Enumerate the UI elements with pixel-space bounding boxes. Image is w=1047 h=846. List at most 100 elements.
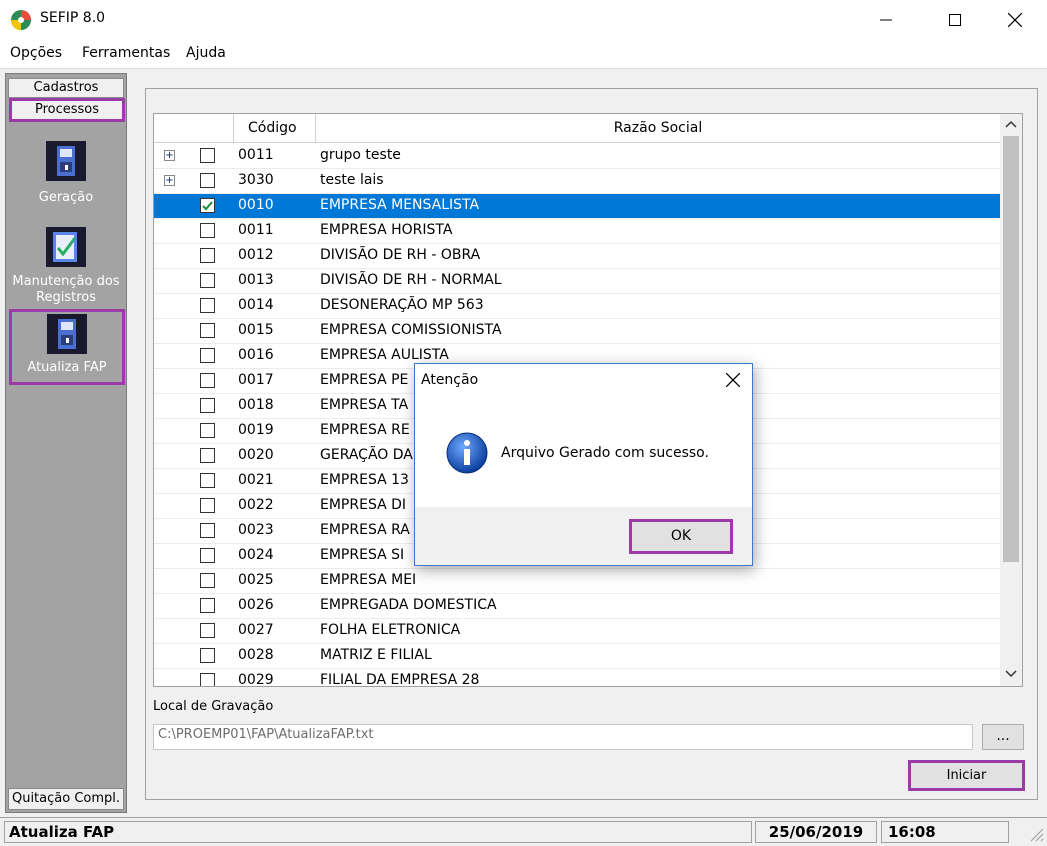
menu-bar: Opções Ferramentas Ajuda bbox=[0, 40, 1047, 69]
sidebar-item-atualiza-fap[interactable]: Atualiza FAP bbox=[9, 309, 125, 385]
row-code: 0023 bbox=[238, 522, 274, 538]
row-checkbox[interactable] bbox=[200, 323, 215, 338]
row-name: EMPRESA RA bbox=[320, 522, 410, 538]
row-code: 0018 bbox=[238, 397, 274, 413]
row-checkbox[interactable] bbox=[200, 223, 215, 238]
row-code: 0013 bbox=[238, 272, 274, 288]
row-checkbox[interactable] bbox=[200, 248, 215, 263]
table-row[interactable]: 0027 FOLHA ELETRONICA bbox=[154, 619, 1000, 644]
table-row[interactable]: +3030 teste lais bbox=[154, 169, 1000, 194]
expand-icon[interactable]: + bbox=[164, 150, 175, 161]
sidebar-item-label: Manutenção dos Registros bbox=[12, 274, 120, 305]
row-name: EMPRESA DI bbox=[320, 497, 407, 513]
table-row[interactable]: 0014 DESONERAÇÃO MP 563 bbox=[154, 294, 1000, 319]
disk-icon bbox=[47, 314, 87, 354]
table-row[interactable]: 0026 EMPREGADA DOMESTICA bbox=[154, 594, 1000, 619]
close-icon bbox=[1008, 13, 1022, 27]
row-name: EMPRESA COMISSIONISTA bbox=[320, 322, 502, 338]
row-checkbox[interactable] bbox=[200, 598, 215, 613]
table-row[interactable]: 0015 EMPRESA COMISSIONISTA bbox=[154, 319, 1000, 344]
sidebar-item-geracao[interactable]: Geração bbox=[6, 138, 126, 208]
ok-button[interactable]: OK bbox=[629, 519, 733, 554]
chevron-up-icon[interactable] bbox=[1005, 120, 1017, 128]
menu-opcoes[interactable]: Opções bbox=[10, 45, 62, 61]
row-name: FILIAL DA EMPRESA 28 bbox=[320, 672, 480, 687]
row-checkbox[interactable] bbox=[200, 148, 215, 163]
row-code: 0015 bbox=[238, 322, 274, 338]
row-checkbox[interactable] bbox=[200, 173, 215, 188]
row-checkbox[interactable] bbox=[200, 423, 215, 438]
dialog-title: Atenção bbox=[421, 372, 479, 388]
table-row[interactable]: 0028 MATRIZ E FILIAL bbox=[154, 644, 1000, 669]
tab-processos[interactable]: Processos bbox=[9, 98, 125, 122]
row-name: EMPRESA MENSALISTA bbox=[320, 197, 480, 213]
row-checkbox[interactable] bbox=[200, 198, 215, 213]
status-bar: Atualiza FAP 25/06/2019 16:08 bbox=[0, 817, 1047, 846]
row-code: 0028 bbox=[238, 647, 274, 663]
iniciar-button[interactable]: Iniciar bbox=[908, 760, 1025, 791]
dialog-close-button[interactable] bbox=[715, 364, 751, 396]
menu-ajuda[interactable]: Ajuda bbox=[186, 45, 226, 61]
tab-quitacao[interactable]: Quitação Compl. bbox=[8, 788, 124, 810]
scrollbar-thumb[interactable] bbox=[1003, 136, 1019, 562]
row-checkbox[interactable] bbox=[200, 373, 215, 388]
header-spacer bbox=[154, 114, 234, 142]
row-checkbox[interactable] bbox=[200, 498, 215, 513]
sidebar-item-manutencao[interactable]: Manutenção dos Registros bbox=[6, 224, 126, 305]
table-row[interactable]: 0011 EMPRESA HORISTA bbox=[154, 219, 1000, 244]
minimize-button[interactable] bbox=[863, 0, 909, 40]
tab-cadastros[interactable]: Cadastros bbox=[8, 78, 124, 98]
status-date: 25/06/2019 bbox=[755, 821, 877, 843]
resize-grip-icon[interactable] bbox=[1028, 826, 1044, 842]
row-checkbox[interactable] bbox=[200, 398, 215, 413]
status-module: Atualiza FAP bbox=[4, 821, 752, 843]
header-codigo[interactable]: Código bbox=[234, 114, 316, 142]
row-checkbox[interactable] bbox=[200, 573, 215, 588]
menu-ferramentas[interactable]: Ferramentas bbox=[82, 45, 170, 61]
row-name: FOLHA ELETRONICA bbox=[320, 622, 461, 638]
table-row[interactable]: 0029 FILIAL DA EMPRESA 28 bbox=[154, 669, 1000, 687]
row-name: EMPRESA 13 bbox=[320, 472, 409, 488]
row-checkbox[interactable] bbox=[200, 473, 215, 488]
row-checkbox[interactable] bbox=[200, 348, 215, 363]
row-code: 0011 bbox=[238, 147, 274, 163]
maximize-button[interactable] bbox=[932, 0, 978, 40]
sidebar-item-label: Atualiza FAP bbox=[27, 360, 107, 375]
row-checkbox[interactable] bbox=[200, 648, 215, 663]
row-name: DESONERAÇÃO MP 563 bbox=[320, 297, 484, 313]
row-checkbox[interactable] bbox=[200, 523, 215, 538]
row-name: EMPRESA MEI bbox=[320, 572, 417, 588]
dialog-message: Arquivo Gerado com sucesso. bbox=[501, 445, 709, 461]
row-checkbox[interactable] bbox=[200, 273, 215, 288]
path-input[interactable]: C:\PROEMP01\FAP\AtualizaFAP.txt bbox=[153, 724, 973, 750]
row-code: 0012 bbox=[238, 247, 274, 263]
close-button[interactable] bbox=[992, 0, 1038, 40]
status-time: 16:08 bbox=[881, 821, 1009, 843]
row-code: 0014 bbox=[238, 297, 274, 313]
row-code: 0026 bbox=[238, 597, 274, 613]
app-logo-icon bbox=[11, 10, 31, 30]
sidebar-item-label: Geração bbox=[38, 190, 94, 205]
table-row[interactable]: +0011 grupo teste bbox=[154, 144, 1000, 169]
browse-button[interactable]: ... bbox=[982, 724, 1024, 750]
row-name: EMPRESA RE bbox=[320, 422, 410, 438]
info-icon bbox=[446, 432, 488, 474]
header-razao-social[interactable]: Razão Social bbox=[316, 114, 1000, 142]
row-code: 0027 bbox=[238, 622, 274, 638]
row-checkbox[interactable] bbox=[200, 623, 215, 638]
table-row[interactable]: 0012 DIVISÃO DE RH - OBRA bbox=[154, 244, 1000, 269]
vertical-scrollbar[interactable] bbox=[1000, 114, 1022, 686]
expand-icon[interactable]: + bbox=[164, 175, 175, 186]
table-row[interactable]: 0025 EMPRESA MEI bbox=[154, 569, 1000, 594]
message-dialog: Atenção Arquivo Gerado com sucesso. OK bbox=[414, 363, 753, 566]
row-checkbox[interactable] bbox=[200, 298, 215, 313]
grid-header: Código Razão Social bbox=[154, 114, 1000, 143]
table-row[interactable]: 0010 EMPRESA MENSALISTA bbox=[154, 194, 1000, 219]
row-checkbox[interactable] bbox=[200, 548, 215, 563]
table-row[interactable]: 0013 DIVISÃO DE RH - NORMAL bbox=[154, 269, 1000, 294]
title-bar: SEFIP 8.0 bbox=[0, 0, 1047, 40]
row-checkbox[interactable] bbox=[200, 673, 215, 686]
row-code: 0020 bbox=[238, 447, 274, 463]
row-checkbox[interactable] bbox=[200, 448, 215, 463]
chevron-down-icon[interactable] bbox=[1005, 670, 1017, 678]
